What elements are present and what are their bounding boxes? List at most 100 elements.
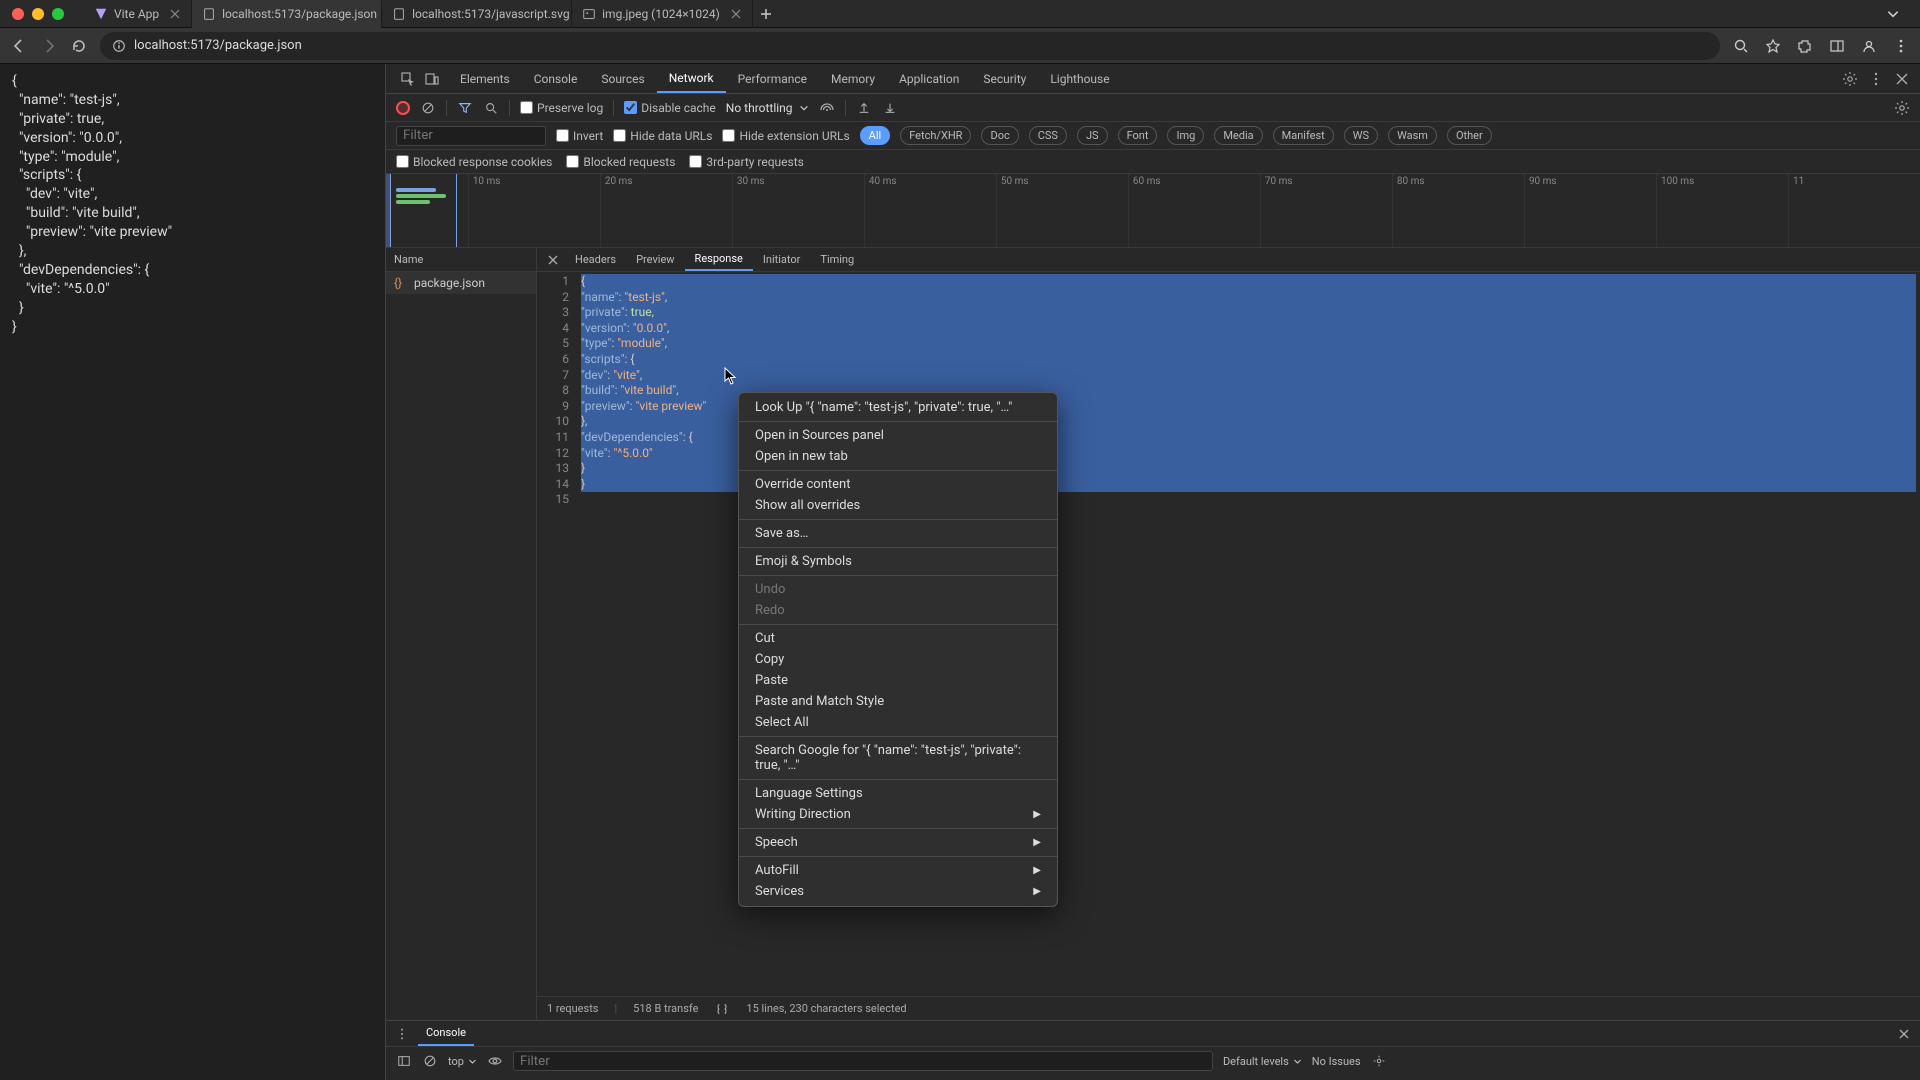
browser-tab[interactable]: Vite App	[84, 0, 192, 28]
browser-tab[interactable]: localhost:5173/package.json	[192, 0, 382, 28]
tab-application[interactable]: Application	[887, 64, 971, 93]
preserve-log-checkbox[interactable]: Preserve log	[520, 101, 603, 115]
type-img[interactable]: Img	[1167, 126, 1204, 145]
disable-cache-checkbox[interactable]: Disable cache	[624, 101, 716, 115]
tab-lighthouse[interactable]: Lighthouse	[1038, 64, 1121, 93]
back-button[interactable]	[10, 37, 28, 55]
close-icon[interactable]	[1896, 1026, 1912, 1042]
clear-icon[interactable]	[420, 100, 436, 116]
invert-checkbox[interactable]: Invert	[556, 129, 603, 143]
type-fetch[interactable]: Fetch/XHR	[900, 126, 971, 145]
cm-paste[interactable]: Paste	[739, 670, 1057, 691]
tab-network[interactable]: Network	[657, 64, 726, 93]
blocked-requests-checkbox[interactable]: Blocked requests	[566, 155, 675, 169]
cm-language[interactable]: Language Settings	[739, 783, 1057, 804]
type-manifest[interactable]: Manifest	[1273, 126, 1334, 145]
browser-tab[interactable]: localhost:5173/javascript.svg	[382, 0, 572, 28]
close-icon[interactable]	[730, 8, 742, 20]
extensions-icon[interactable]	[1796, 37, 1814, 55]
eye-icon[interactable]	[487, 1053, 503, 1069]
window-maximize-button[interactable]	[52, 8, 64, 20]
context-select[interactable]: top	[448, 1055, 477, 1068]
hide-data-urls-checkbox[interactable]: Hide data URLs	[613, 129, 712, 143]
type-wasm[interactable]: Wasm	[1388, 126, 1437, 145]
throttling-select[interactable]: No throttling	[726, 101, 809, 115]
detail-tab-initiator[interactable]: Initiator	[753, 248, 811, 271]
cm-search-google[interactable]: Search Google for "{ "name": "test-js", …	[739, 740, 1057, 776]
type-doc[interactable]: Doc	[981, 126, 1018, 145]
bookmark-icon[interactable]	[1764, 37, 1782, 55]
clear-icon[interactable]	[422, 1053, 438, 1069]
window-minimize-button[interactable]	[32, 8, 44, 20]
tab-security[interactable]: Security	[971, 64, 1038, 93]
gear-icon[interactable]	[1894, 100, 1910, 116]
type-css[interactable]: CSS	[1029, 126, 1067, 145]
console-tab[interactable]: Console	[418, 1021, 474, 1046]
inspect-icon[interactable]	[400, 71, 416, 87]
tab-memory[interactable]: Memory	[819, 64, 887, 93]
blocked-cookies-checkbox[interactable]: Blocked response cookies	[396, 155, 552, 169]
more-icon[interactable]	[1868, 71, 1884, 87]
filter-input[interactable]	[396, 126, 546, 146]
issues-count[interactable]: No Issues	[1312, 1055, 1361, 1068]
cm-writing-dir[interactable]: Writing Direction▶	[739, 804, 1057, 825]
detail-tab-headers[interactable]: Headers	[565, 248, 626, 271]
record-button[interactable]	[396, 101, 410, 115]
cm-open-sources[interactable]: Open in Sources panel	[739, 425, 1057, 446]
cm-services[interactable]: Services▶	[739, 881, 1057, 902]
close-icon[interactable]	[545, 252, 561, 268]
third-party-checkbox[interactable]: 3rd-party requests	[689, 155, 803, 169]
format-icon[interactable]	[714, 1001, 730, 1017]
hide-ext-urls-checkbox[interactable]: Hide extension URLs	[722, 129, 849, 143]
close-icon[interactable]	[169, 8, 181, 20]
network-conditions-icon[interactable]	[819, 100, 835, 116]
page-content[interactable]: { "name": "test-js", "private": true, "v…	[0, 64, 385, 1080]
cm-override-content[interactable]: Override content	[739, 474, 1057, 495]
device-icon[interactable]	[424, 71, 440, 87]
cm-copy[interactable]: Copy	[739, 649, 1057, 670]
forward-button[interactable]	[40, 37, 58, 55]
search-icon[interactable]	[1732, 37, 1750, 55]
download-icon[interactable]	[882, 100, 898, 116]
cm-lookup[interactable]: Look Up "{ "name": "test-js", "private":…	[739, 397, 1057, 418]
cm-emoji[interactable]: Emoji & Symbols	[739, 551, 1057, 572]
cm-show-overrides[interactable]: Show all overrides	[739, 495, 1057, 516]
cm-paste-match[interactable]: Paste and Match Style	[739, 691, 1057, 712]
sidebar-toggle-icon[interactable]	[396, 1053, 412, 1069]
request-row[interactable]: {} package.json	[386, 272, 536, 294]
more-icon[interactable]	[394, 1026, 410, 1042]
cm-open-new-tab[interactable]: Open in new tab	[739, 446, 1057, 467]
detail-tab-preview[interactable]: Preview	[626, 248, 684, 271]
gear-icon[interactable]	[1371, 1053, 1387, 1069]
cm-autofill[interactable]: AutoFill▶	[739, 860, 1057, 881]
console-filter-input[interactable]	[513, 1051, 1213, 1071]
name-column-header[interactable]: Name	[386, 248, 536, 272]
menu-icon[interactable]	[1892, 37, 1910, 55]
site-info-icon[interactable]	[112, 39, 126, 53]
log-levels-select[interactable]: Default levels	[1223, 1055, 1302, 1068]
type-all[interactable]: All	[860, 126, 891, 145]
type-ws[interactable]: WS	[1344, 126, 1378, 145]
cm-cut[interactable]: Cut	[739, 628, 1057, 649]
cm-select-all[interactable]: Select All	[739, 712, 1057, 733]
tab-elements[interactable]: Elements	[448, 64, 522, 93]
url-bar[interactable]: localhost:5173/package.json	[100, 32, 1720, 60]
reload-button[interactable]	[70, 37, 88, 55]
close-icon[interactable]	[1894, 71, 1910, 87]
cm-save-as[interactable]: Save as…	[739, 523, 1057, 544]
upload-icon[interactable]	[856, 100, 872, 116]
waterfall-timeline[interactable]: 10 ms 20 ms 30 ms 40 ms 50 ms 60 ms 70 m…	[386, 174, 1920, 248]
gear-icon[interactable]	[1842, 71, 1858, 87]
tab-sources[interactable]: Sources	[589, 64, 656, 93]
tab-console[interactable]: Console	[522, 64, 590, 93]
profile-icon[interactable]	[1860, 37, 1878, 55]
type-font[interactable]: Font	[1118, 126, 1158, 145]
type-other[interactable]: Other	[1447, 126, 1492, 145]
detail-tab-response[interactable]: Response	[685, 248, 753, 271]
window-close-button[interactable]	[12, 8, 24, 20]
type-js[interactable]: JS	[1077, 126, 1108, 145]
chevron-down-icon[interactable]	[1886, 7, 1900, 21]
cm-speech[interactable]: Speech▶	[739, 832, 1057, 853]
filter-icon[interactable]	[457, 100, 473, 116]
detail-tab-timing[interactable]: Timing	[810, 248, 864, 271]
